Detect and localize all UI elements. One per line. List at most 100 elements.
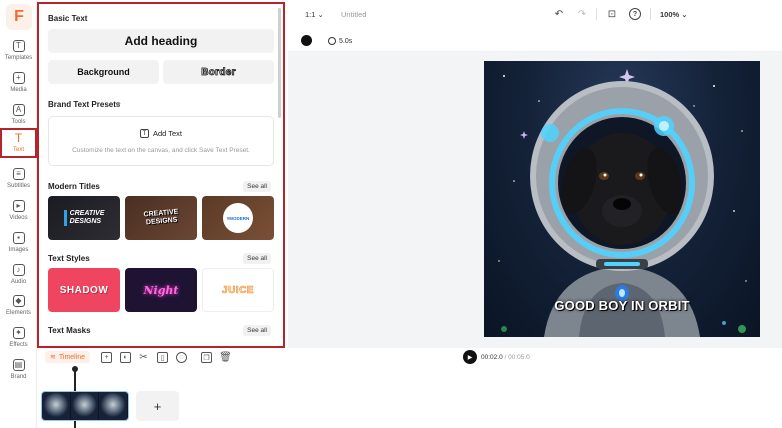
split-icon[interactable]: ◐ [120, 352, 131, 363]
preset-hint: Customize the text on the canvas, and cl… [72, 147, 250, 154]
rail-label: Audio [10, 279, 27, 285]
add-clip-button[interactable]: + [136, 391, 179, 421]
rail-label: Effects [9, 342, 28, 348]
duplicate-icon[interactable]: ❐ [201, 352, 212, 363]
modern-title-thumb-3[interactable]: #MODERN [202, 196, 274, 240]
clip-frame [99, 392, 128, 420]
timeline-icon: ≋ [50, 354, 56, 361]
timeline-label: Timeline [58, 353, 86, 361]
thumb-label: SHADOW [59, 284, 109, 296]
section-title-modern-titles: Modern Titles [48, 182, 100, 191]
screenshot-icon[interactable]: ⊡ [606, 8, 618, 20]
astronaut-dog-image [498, 69, 747, 337]
rail-item-elements[interactable]: ◆ Elements [0, 293, 37, 323]
app-logo[interactable]: F [6, 4, 32, 30]
rail-label: Images [8, 247, 29, 253]
zoom-select[interactable]: 100% ⌄ [660, 10, 688, 19]
rail-label: Templates [4, 55, 33, 61]
project-title[interactable]: Untitled [341, 10, 366, 19]
rail-item-media[interactable]: + Media [0, 70, 37, 100]
templates-icon: T [12, 40, 25, 52]
rail-label: Tools [11, 119, 26, 125]
section-title-text-styles: Text Styles [48, 254, 90, 263]
background-color-swatch[interactable] [301, 35, 312, 46]
aspect-ratio-select[interactable]: 1:1 ⌄ [305, 10, 324, 19]
rail-item-subtitles[interactable]: ≡ Subtitles [0, 166, 37, 196]
add-icon[interactable]: + [101, 352, 112, 363]
rail-label: Media [10, 87, 27, 93]
aspect-ratio-value: 1:1 [305, 10, 316, 19]
duration-control[interactable]: 5.0s [328, 37, 352, 45]
add-text-preset-button[interactable]: T Add Text [49, 129, 273, 138]
text-panel: Basic Text Add heading Background Border… [37, 2, 285, 348]
trash-icon[interactable]: 🗑 [219, 352, 232, 363]
images-icon: ▪ [12, 232, 25, 244]
rail-item-text[interactable]: T Text [0, 128, 37, 158]
rail-label: Text [12, 147, 24, 153]
rail-item-audio[interactable]: ♪ Audio [0, 262, 37, 292]
timecode: 00:02.0 / 00:05.0 [481, 354, 530, 361]
tools-icon: A [12, 104, 25, 116]
background-text-button[interactable]: Background [48, 60, 159, 84]
rail-label: Elements [5, 310, 31, 316]
text-style-night[interactable]: Night [125, 268, 197, 312]
canvas-caption[interactable]: GOOD BOY IN ORBIT [484, 298, 760, 313]
section-title-text-masks: Text Masks [48, 326, 91, 335]
add-text-label: Add Text [152, 129, 183, 138]
thumb-label: Night [143, 283, 179, 297]
panel-scrollbar[interactable] [278, 8, 281, 118]
help-icon[interactable]: ? [629, 8, 641, 20]
text-masks-see-all[interactable]: See all [243, 325, 271, 336]
modern-title-thumb-2[interactable]: CREATIVE DESIGNS [125, 196, 197, 240]
rail-item-templates[interactable]: T Templates [0, 38, 37, 68]
brand-preset-box: T Add Text Customize the text on the can… [48, 116, 274, 166]
canvas-artwork[interactable]: GOOD BOY IN ORBIT [484, 61, 760, 337]
audio-icon: ♪ [12, 264, 25, 276]
zoom-value: 100% [660, 10, 680, 19]
section-title-brand-presets: Brand Text Presets [48, 100, 121, 109]
rail-label: Videos [9, 215, 28, 221]
speech-icon[interactable]: ◌ [176, 352, 187, 363]
redo-icon[interactable]: ↷ [576, 8, 588, 20]
canvas-area: GOOD BOY IN ORBIT [288, 52, 782, 348]
rail-label: Subtitles [6, 183, 30, 189]
rail-item-images[interactable]: ▪ Images [0, 230, 37, 260]
canvas-options-bar: 5.0s [288, 30, 782, 52]
effects-icon: ✦ [12, 327, 25, 339]
current-time: 00:02.0 [481, 354, 503, 361]
subtitles-icon: ≡ [12, 168, 25, 180]
media-icon: + [12, 72, 25, 84]
text-style-shadow[interactable]: SHADOW [48, 268, 120, 312]
text-icon: T [139, 129, 149, 138]
section-title-basic-text: Basic Text [48, 14, 88, 23]
duration-value: 5.0s [339, 37, 353, 45]
thumb-label: CREATIVE DESIGNS [142, 208, 179, 227]
elements-icon: ◆ [12, 295, 25, 307]
timeline-ruler[interactable] [37, 367, 782, 375]
border-text-label: Border [201, 66, 236, 78]
rail-item-effects[interactable]: ✦ Effects [0, 325, 37, 355]
video-clip[interactable] [41, 391, 129, 421]
play-button[interactable]: ▶ [463, 350, 477, 364]
rail-item-videos[interactable]: ▸ Videos [0, 198, 37, 228]
timeline-toggle[interactable]: ≋ Timeline [45, 351, 91, 363]
scissors-icon[interactable]: ✂ [138, 352, 149, 363]
add-heading-button[interactable]: Add heading [48, 29, 274, 53]
top-toolbar: 1:1 ⌄ Untitled ↶ ↷ ⊡ ? 100% ⌄ [288, 0, 782, 28]
thumb-label: #MODERN [223, 203, 253, 233]
text-styles-see-all[interactable]: See all [243, 253, 271, 264]
total-time: / 00:05.0 [504, 354, 530, 361]
chevron-down-icon: ⌄ [681, 10, 688, 19]
modern-title-thumb-1[interactable]: CREATIVE DESIGNS [48, 196, 120, 240]
undo-icon[interactable]: ↶ [553, 8, 565, 20]
freeze-icon[interactable]: ▯ [157, 352, 168, 363]
rail-item-brand[interactable]: ▤ Brand [0, 357, 37, 387]
crown-icon: ♛ [115, 102, 122, 109]
left-rail: F T Templates + Media A Tools T Text ≡ S… [0, 0, 37, 428]
border-text-button[interactable]: Border [163, 60, 274, 84]
chevron-down-icon: ⌄ [317, 10, 324, 19]
text-icon: T [14, 131, 23, 145]
toolbar-divider [650, 8, 651, 20]
modern-titles-see-all[interactable]: See all [243, 181, 271, 192]
text-style-juice[interactable]: JUICE [202, 268, 274, 312]
